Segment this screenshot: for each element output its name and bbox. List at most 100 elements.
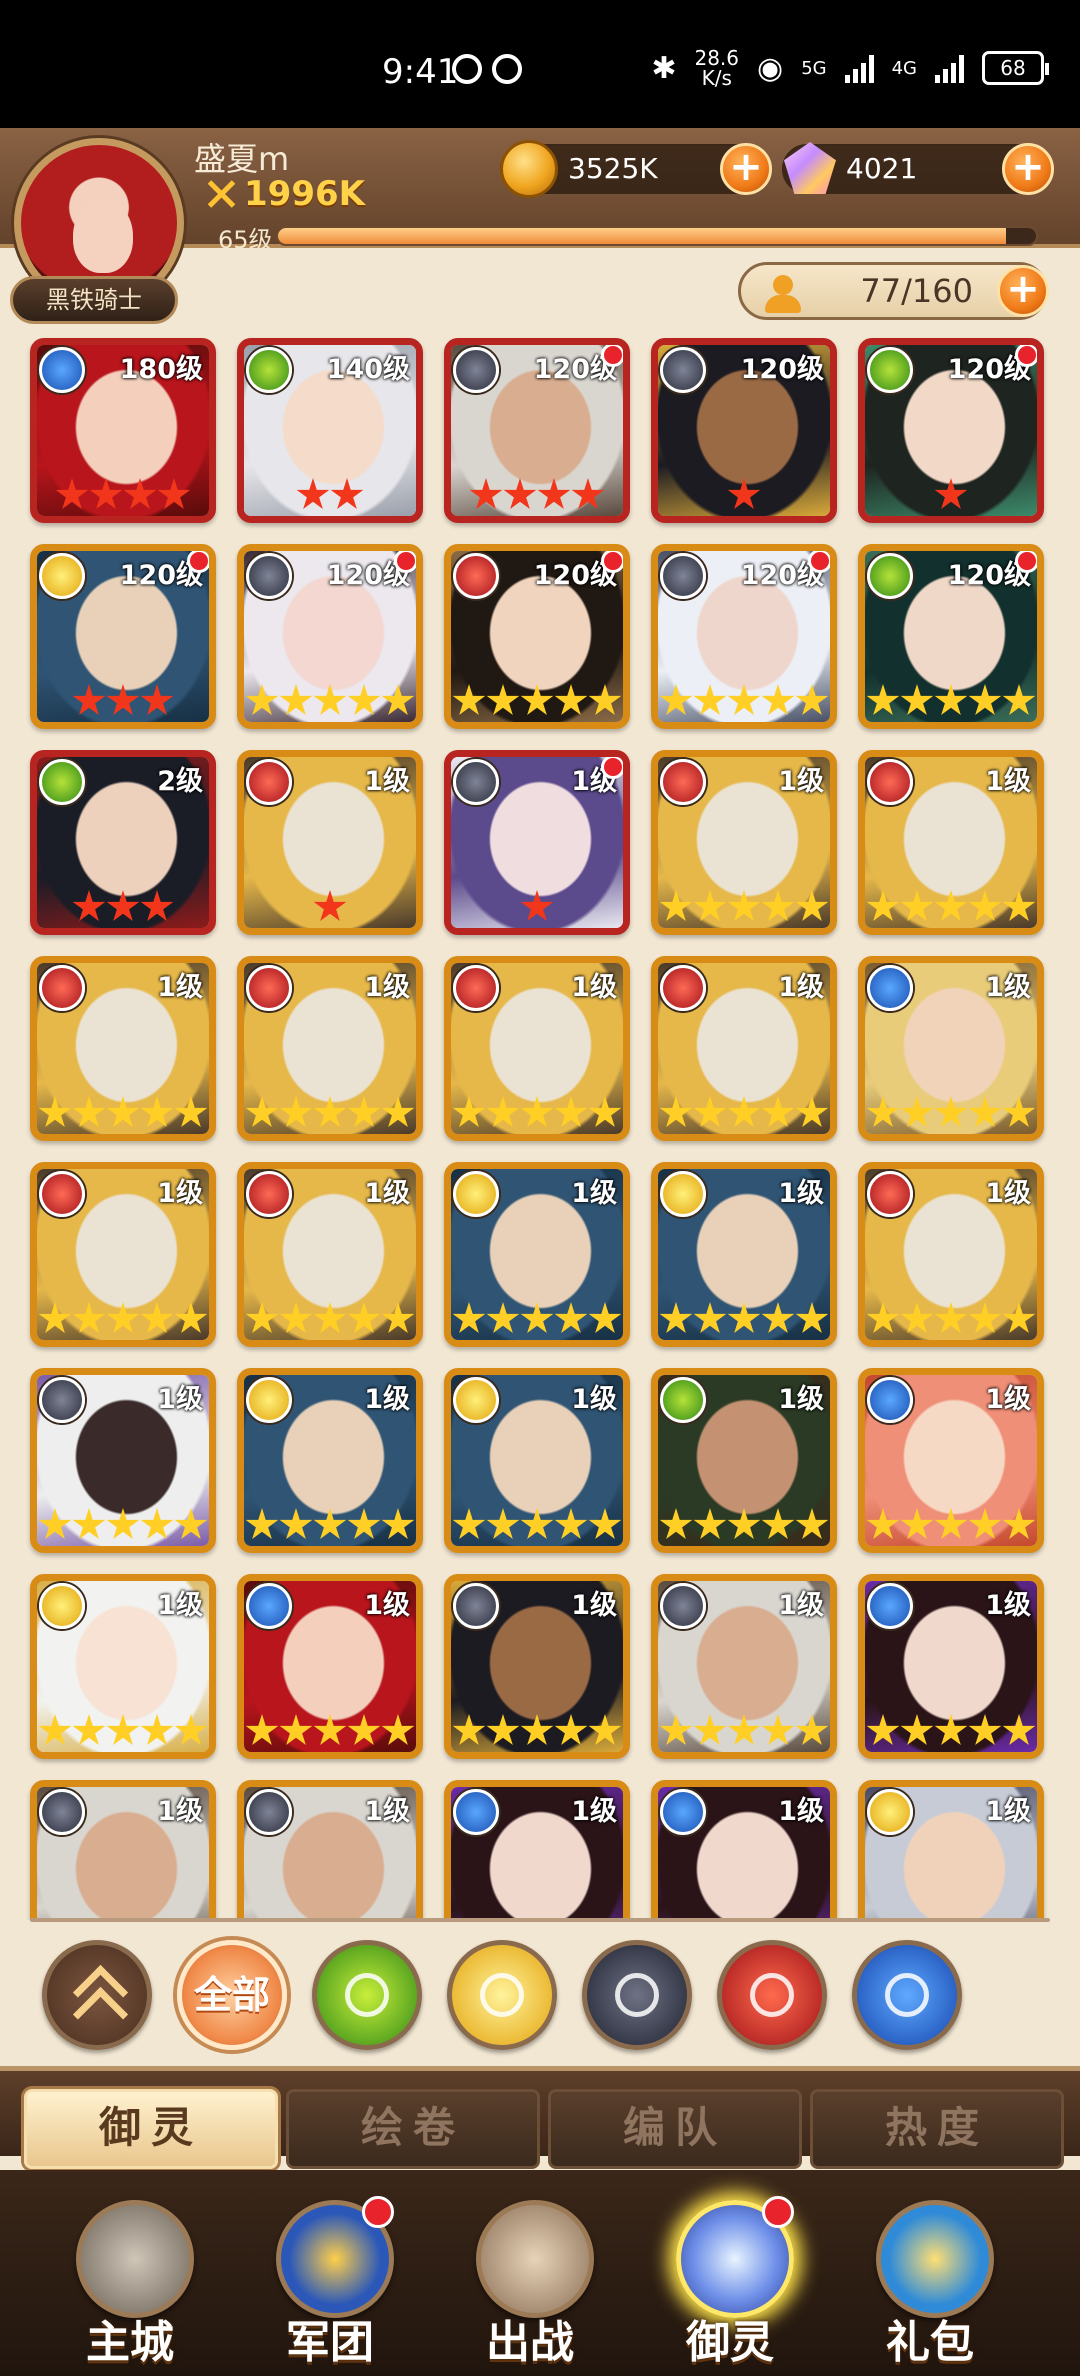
fire-element-icon (246, 1171, 292, 1217)
star-icon (1002, 1096, 1036, 1127)
nav-heroes[interactable]: 御灵 (640, 2170, 820, 2376)
hero-card[interactable]: 1级 (444, 956, 630, 1141)
hero-card[interactable]: 1级 (30, 1574, 216, 1759)
star-icon (554, 1508, 588, 1539)
bottom-nav: 主城 军团 出战 御灵 礼包 (0, 2170, 1080, 2376)
hero-card[interactable]: 120级 (651, 338, 837, 523)
hero-card[interactable]: 1级 (444, 1780, 630, 1920)
hero-stars (244, 890, 416, 926)
nav-legion[interactable]: 军团 (240, 2170, 420, 2376)
wood-element-icon (39, 759, 85, 805)
tab-heroes[interactable]: 御灵 (24, 2089, 278, 2169)
hero-card[interactable]: 1级 (237, 956, 423, 1141)
hero-card[interactable]: 120级 (30, 544, 216, 729)
star-icon (693, 890, 727, 921)
hero-card[interactable]: 1级 (30, 956, 216, 1141)
hero-card[interactable]: 1级 (237, 1162, 423, 1347)
gem-currency: 4021 + (782, 142, 1054, 195)
hero-card[interactable]: 120级 (858, 338, 1044, 523)
star-icon (140, 890, 174, 921)
hero-card[interactable]: 120级 (651, 544, 837, 729)
hero-level: 1级 (157, 1178, 203, 1209)
hero-card[interactable]: 120级 (858, 544, 1044, 729)
hero-card[interactable]: 1级 (651, 1368, 837, 1553)
nav-main-city[interactable]: 主城 (40, 2170, 220, 2376)
hero-card[interactable]: 1级 (651, 956, 837, 1141)
hero-card[interactable]: 1级 (651, 750, 837, 935)
tab-popularity[interactable]: 热度 (810, 2089, 1064, 2169)
hero-card[interactable]: 1级 (30, 1368, 216, 1553)
notification-dot (1015, 345, 1037, 367)
hero-card[interactable]: 120级 (444, 544, 630, 729)
star-icon (693, 1302, 727, 1333)
filter-water-button[interactable] (852, 1940, 962, 2050)
star-icon (588, 1714, 622, 1745)
player-title-badge: 黑铁骑士 (10, 276, 178, 324)
hero-card[interactable]: 1级 (651, 1574, 837, 1759)
hero-card[interactable]: 1级 (858, 1574, 1044, 1759)
star-icon (900, 1096, 934, 1127)
hero-grid-scroll[interactable]: 180级 140级 120级 120级 120级 120级 120级 120级 120级 120级… (18, 330, 1062, 1920)
hero-card[interactable]: 1级 (444, 1162, 630, 1347)
star-icon (486, 1508, 520, 1539)
hero-card[interactable]: 1级 (237, 750, 423, 935)
combat-power: 1996K (204, 174, 365, 214)
hero-card[interactable]: 1级 (651, 1162, 837, 1347)
fire-element-icon (453, 553, 499, 599)
add-gems-button[interactable]: + (1002, 143, 1054, 195)
tab-formation[interactable]: 编队 (548, 2089, 802, 2169)
filter-light-button[interactable] (447, 1940, 557, 2050)
hero-card[interactable]: 1级 (30, 1780, 216, 1920)
star-icon (554, 1714, 588, 1745)
hero-stars (451, 1714, 623, 1750)
net-speed-unit: K/s (701, 66, 732, 90)
star-icon (381, 1302, 415, 1333)
hero-card[interactable]: 120级 (237, 544, 423, 729)
star-icon (313, 1096, 347, 1127)
hero-card[interactable]: 1级 (858, 750, 1044, 935)
hero-card[interactable]: 1级 (858, 1368, 1044, 1553)
hero-card[interactable]: 1级 (30, 1162, 216, 1347)
add-gold-button[interactable]: + (720, 143, 772, 195)
filter-fire-button[interactable] (717, 1940, 827, 2050)
hero-card[interactable]: 1级 (858, 1780, 1044, 1920)
nav-battle[interactable]: 出战 (440, 2170, 620, 2376)
star-icon (761, 890, 795, 921)
nav-gift-pack[interactable]: 礼包 (840, 2170, 1020, 2376)
signal-icon-1 (844, 53, 874, 83)
star-icon (727, 890, 761, 921)
hero-card[interactable]: 1级 (237, 1780, 423, 1920)
hero-card[interactable]: 1级 (858, 1162, 1044, 1347)
collapse-filter-button[interactable] (42, 1940, 152, 2050)
hero-card[interactable]: 1级 (444, 750, 630, 935)
hero-card[interactable]: 1级 (444, 1574, 630, 1759)
hero-card[interactable]: 1级 (651, 1780, 837, 1920)
star-icon (347, 1508, 381, 1539)
hero-card[interactable]: 1级 (237, 1368, 423, 1553)
hero-card[interactable]: 140级 (237, 338, 423, 523)
player-level: 65级 (218, 226, 273, 254)
hero-stars (658, 1096, 830, 1132)
sync-icon (452, 54, 482, 84)
hero-card[interactable]: 1级 (858, 956, 1044, 1141)
hero-card[interactable]: 180级 (30, 338, 216, 523)
filter-wood-button[interactable] (312, 1940, 422, 2050)
star-icon (174, 1508, 208, 1539)
star-icon (174, 1714, 208, 1745)
filter-dark-button[interactable] (582, 1940, 692, 2050)
hero-level: 1级 (985, 1796, 1031, 1827)
star-icon (968, 890, 1002, 921)
star-icon (279, 1302, 313, 1333)
light-element-icon (453, 1377, 499, 1423)
star-icon (1002, 1714, 1036, 1745)
star-icon (934, 1508, 968, 1539)
expand-capacity-button[interactable]: + (997, 265, 1049, 317)
hero-card[interactable]: 120级 (444, 338, 630, 523)
tab-gallery[interactable]: 绘卷 (286, 2089, 540, 2169)
hero-card[interactable]: 1级 (444, 1368, 630, 1553)
sub-tabs: 御灵 绘卷 编队 热度 (0, 2066, 1080, 2169)
hero-grid: 180级 140级 120级 120级 120级 120级 120级 120级 120级 120级… (30, 338, 1044, 1920)
filter-all-button[interactable]: 全部 (177, 1940, 287, 2050)
hero-card[interactable]: 1级 (237, 1574, 423, 1759)
hero-card[interactable]: 2级 (30, 750, 216, 935)
